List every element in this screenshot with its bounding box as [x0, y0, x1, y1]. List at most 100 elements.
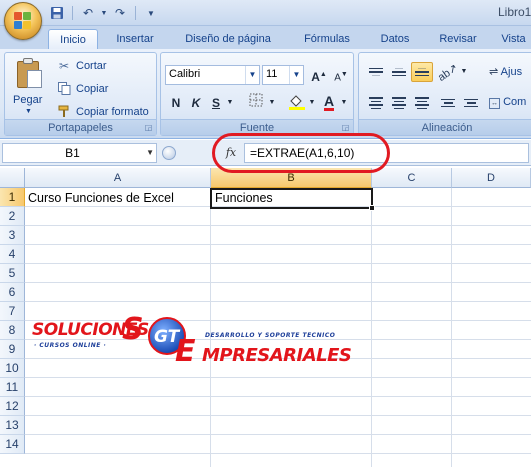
tab-insertar[interactable]: Insertar	[108, 29, 162, 49]
underline-button[interactable]: S	[207, 93, 225, 113]
tab-vista[interactable]: Vista	[496, 29, 531, 49]
clipboard-dialog-launcher-icon[interactable]: ◲	[144, 123, 153, 132]
column-gridline	[371, 188, 372, 467]
fill-handle[interactable]	[369, 205, 375, 211]
ribbon-tab-bar: Inicio Insertar Diseño de página Fórmula…	[0, 26, 531, 49]
row-header-6[interactable]: 6	[0, 283, 25, 302]
paste-button[interactable]: Pegar	[13, 94, 42, 106]
fill-color-dropdown-icon[interactable]: ▼	[307, 93, 317, 113]
fill-bucket-icon	[289, 95, 305, 110]
row-header-5[interactable]: 5	[0, 264, 25, 283]
column-header-a[interactable]: A	[25, 168, 211, 188]
name-box[interactable]: B1 ▼	[2, 143, 157, 163]
row-header-2[interactable]: 2	[0, 207, 25, 226]
italic-button[interactable]: K	[187, 93, 205, 113]
align-right-button[interactable]	[411, 93, 433, 113]
undo-icon[interactable]: ↶	[79, 4, 97, 22]
font-name-dropdown-icon[interactable]: ▼	[245, 66, 259, 84]
document-title: Libro1	[498, 5, 531, 19]
title-bar: ↶ ▼ ↷ ▼ Libro1	[0, 0, 531, 26]
name-box-value: B1	[65, 146, 80, 160]
row-header-13[interactable]: 13	[0, 416, 25, 435]
fill-color-button[interactable]	[285, 93, 309, 113]
grow-font-button[interactable]: A▲	[309, 65, 329, 85]
save-icon[interactable]	[48, 4, 66, 22]
row-gridline	[25, 339, 531, 340]
font-dialog-launcher-icon[interactable]: ◲	[341, 123, 350, 132]
row-header-1[interactable]: 1	[0, 188, 25, 207]
undo-dropdown-icon[interactable]: ▼	[100, 4, 108, 22]
underline-dropdown-icon[interactable]: ▼	[225, 93, 235, 113]
merge-center-button[interactable]: ↔ Com	[489, 96, 526, 109]
tab-diseno-de-pagina[interactable]: Diseño de página	[172, 29, 284, 49]
cut-button[interactable]: ✂ Cortar	[57, 57, 107, 75]
alignment-group: ab↗ ▼ ⇌ Ajus ↔ Com Alineación	[358, 52, 531, 136]
wrap-text-button[interactable]: ⇌ Ajus	[489, 65, 522, 78]
font-name-combo[interactable]: Calibri ▼	[165, 65, 260, 85]
name-box-dropdown-icon[interactable]: ▼	[146, 148, 154, 157]
copy-label: Copiar	[76, 83, 109, 95]
font-size-dropdown-icon[interactable]: ▼	[289, 66, 303, 84]
column-header-c[interactable]: C	[372, 168, 452, 188]
clipboard-group: Pegar ▼ ✂ Cortar Copiar Copiar formato P…	[4, 52, 157, 136]
quick-access-toolbar: ↶ ▼ ↷ ▼	[48, 4, 160, 22]
font-color-dropdown-icon[interactable]: ▼	[339, 93, 349, 113]
paste-icon[interactable]	[17, 58, 43, 88]
qat-separator	[135, 6, 136, 20]
row-header-12[interactable]: 12	[0, 397, 25, 416]
align-top-button[interactable]	[365, 62, 387, 82]
row-header-10[interactable]: 10	[0, 359, 25, 378]
copy-button[interactable]: Copiar	[57, 80, 108, 98]
decrease-indent-button[interactable]	[437, 93, 459, 113]
row-header-8[interactable]: 8	[0, 321, 25, 340]
increase-indent-button[interactable]	[460, 93, 482, 113]
tab-datos[interactable]: Datos	[370, 29, 420, 49]
row-header-9[interactable]: 9	[0, 340, 25, 359]
customize-qat-icon[interactable]: ▼	[142, 4, 160, 22]
copy-icon	[57, 82, 71, 96]
cell-b1[interactable]: Funciones	[215, 189, 370, 208]
font-size-combo[interactable]: 11 ▼	[262, 65, 304, 85]
borders-icon	[249, 93, 263, 107]
redo-icon[interactable]: ↷	[111, 4, 129, 22]
column-gridline	[210, 188, 211, 467]
row-header-14[interactable]: 14	[0, 435, 25, 454]
office-button[interactable]	[4, 2, 42, 40]
formula-bar-resize-handle[interactable]	[162, 146, 176, 160]
row-gridline	[25, 225, 531, 226]
cell-a1[interactable]: Curso Funciones de Excel	[28, 189, 210, 208]
tab-formulas[interactable]: Fórmulas	[294, 29, 360, 49]
paste-dropdown-icon[interactable]: ▼	[25, 108, 32, 115]
wrap-text-icon: ⇌	[489, 66, 499, 78]
scissors-icon: ✂	[58, 59, 70, 73]
borders-button[interactable]	[245, 93, 267, 113]
worksheet-grid[interactable]: A B C D 1 2 3 4 5 6 7 8 9 10 11 12 13 14 Curso Funcio…	[0, 168, 531, 467]
bold-button[interactable]: N	[167, 93, 185, 113]
shrink-font-button[interactable]: A▼	[331, 65, 351, 85]
row-header-4[interactable]: 4	[0, 245, 25, 264]
orientation-button[interactable]: ab↗	[436, 61, 460, 83]
align-left-button[interactable]	[365, 93, 387, 113]
row-gridline	[25, 434, 531, 435]
tab-revisar[interactable]: Revisar	[430, 29, 486, 49]
alignment-group-label: Alineación	[359, 119, 531, 135]
formula-input[interactable]: =EXTRAE(A1,6,10)	[244, 143, 529, 163]
insert-function-button[interactable]: fx	[222, 144, 240, 162]
format-painter-label: Copiar formato	[76, 106, 149, 118]
borders-dropdown-icon[interactable]: ▼	[267, 93, 277, 113]
align-center-button[interactable]	[388, 93, 410, 113]
tab-inicio[interactable]: Inicio	[48, 29, 98, 49]
column-header-d[interactable]: D	[452, 168, 531, 188]
row-gridline	[25, 415, 531, 416]
align-middle-button[interactable]	[388, 62, 410, 82]
row-header-7[interactable]: 7	[0, 302, 25, 321]
select-all-corner[interactable]	[0, 168, 25, 188]
row-header-3[interactable]: 3	[0, 226, 25, 245]
orientation-dropdown-icon[interactable]: ▼	[460, 62, 468, 82]
align-bottom-button[interactable]	[411, 62, 433, 82]
row-gridline	[25, 377, 531, 378]
font-color-button[interactable]: A	[319, 91, 339, 111]
column-header-b[interactable]: B	[211, 168, 372, 188]
ribbon: Pegar ▼ ✂ Cortar Copiar Copiar formato P…	[0, 49, 531, 139]
row-header-11[interactable]: 11	[0, 378, 25, 397]
